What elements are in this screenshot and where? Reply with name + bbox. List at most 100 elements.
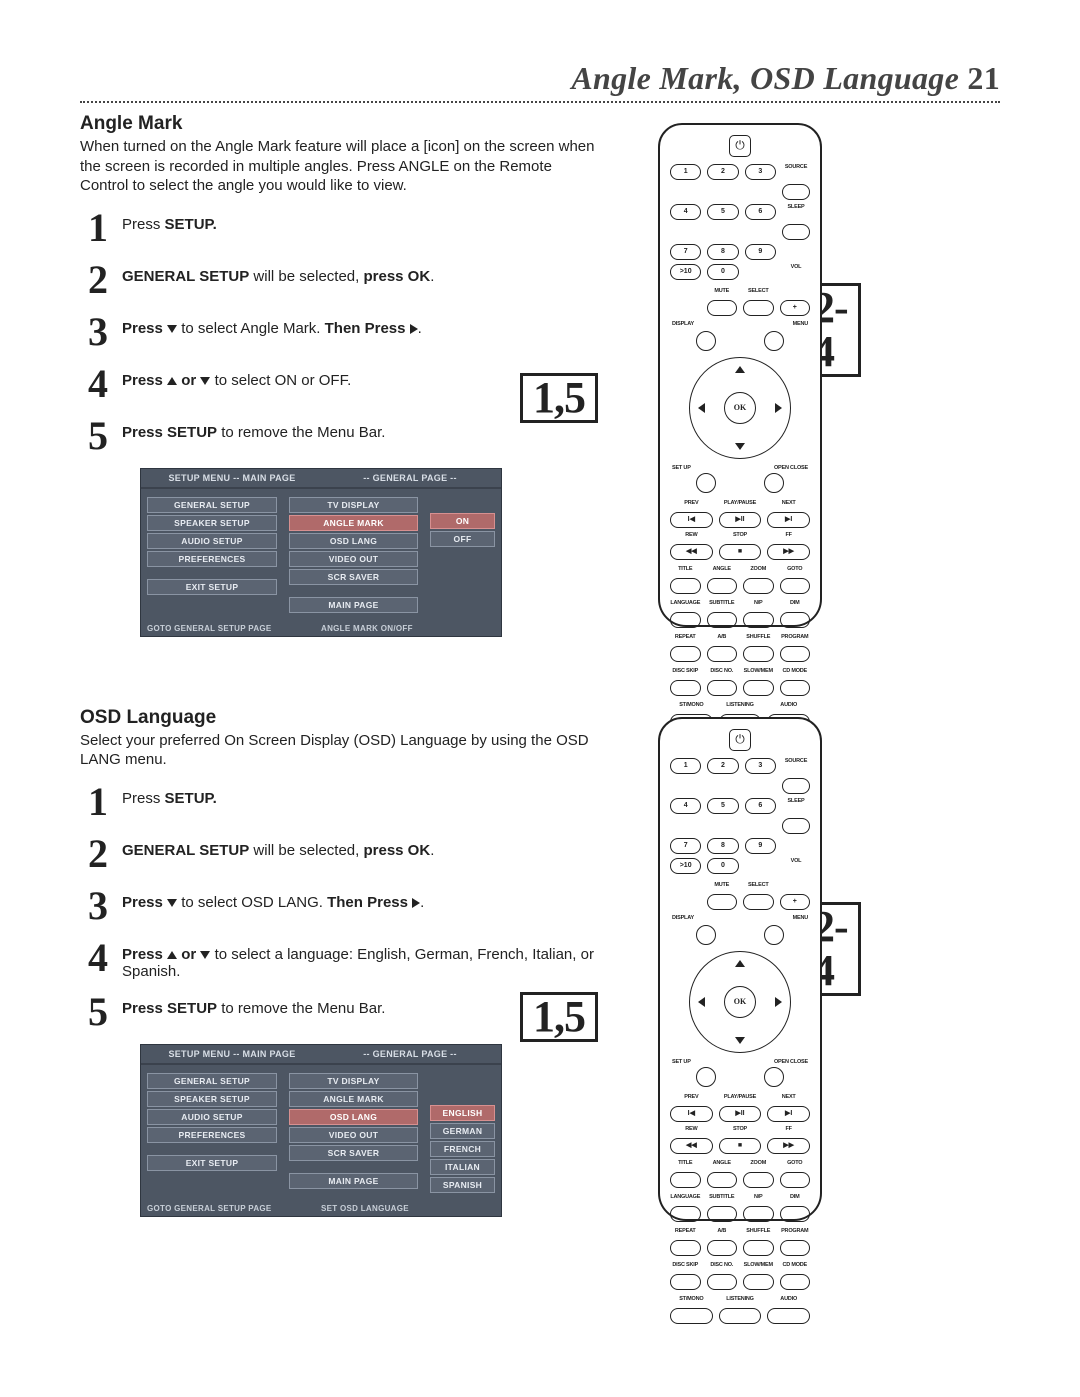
audio-button[interactable]	[767, 1308, 810, 1324]
repeat-button[interactable]	[670, 1240, 701, 1256]
menu-button[interactable]	[764, 925, 784, 945]
play-pause-button[interactable]: ▶II	[719, 1106, 762, 1122]
num-3-button[interactable]: 3	[745, 758, 776, 774]
display-button[interactable]	[696, 925, 716, 945]
nav-left-icon[interactable]	[698, 403, 705, 413]
num-6-button[interactable]: 6	[745, 204, 776, 220]
language-button[interactable]	[670, 1206, 701, 1222]
nav-right-icon[interactable]	[775, 403, 782, 413]
prev-button[interactable]: I◀	[670, 1106, 713, 1122]
slow-mem-button[interactable]	[743, 680, 774, 696]
nav-down-icon[interactable]	[735, 443, 745, 450]
num-0-button[interactable]: 0	[707, 858, 738, 874]
sleep-button[interactable]	[782, 818, 810, 834]
slow-mem-button[interactable]	[743, 1274, 774, 1290]
num-10plus-button[interactable]: >10	[670, 264, 701, 280]
goto-button[interactable]	[780, 1172, 811, 1188]
num-5-button[interactable]: 5	[707, 798, 738, 814]
zoom-button[interactable]	[743, 578, 774, 594]
zoom-button[interactable]	[743, 1172, 774, 1188]
select-button[interactable]	[743, 894, 774, 910]
subtitle-button[interactable]	[707, 1206, 738, 1222]
mute-button[interactable]	[707, 894, 738, 910]
program-button[interactable]	[780, 646, 811, 662]
num-5-button[interactable]: 5	[707, 204, 738, 220]
num-9-button[interactable]: 9	[745, 244, 776, 260]
a-b-button[interactable]	[707, 1240, 738, 1256]
num-8-button[interactable]: 8	[707, 244, 738, 260]
ff-button[interactable]: ▶▶	[767, 1138, 810, 1154]
open-close-button[interactable]	[764, 473, 784, 493]
num-10plus-button[interactable]: >10	[670, 858, 701, 874]
ff-button[interactable]: ▶▶	[767, 544, 810, 560]
power-button[interactable]	[729, 135, 751, 157]
next-button[interactable]: ▶I	[767, 1106, 810, 1122]
power-button[interactable]	[729, 729, 751, 751]
num-6-button[interactable]: 6	[745, 798, 776, 814]
num-4-button[interactable]: 4	[670, 204, 701, 220]
setup-button[interactable]	[696, 473, 716, 493]
prev-button[interactable]: I◀	[670, 512, 713, 528]
cd-mode-button[interactable]	[780, 680, 811, 696]
program-button[interactable]	[780, 1240, 811, 1256]
num-4-button[interactable]: 4	[670, 798, 701, 814]
cd-mode-button[interactable]	[780, 1274, 811, 1290]
disc-skip-button[interactable]	[670, 1274, 701, 1290]
title-button[interactable]	[670, 1172, 701, 1188]
nav-pad[interactable]: OK	[689, 357, 791, 459]
disc-no--button[interactable]	[707, 1274, 738, 1290]
goto-button[interactable]	[780, 578, 811, 594]
num-2-button[interactable]: 2	[707, 164, 738, 180]
select-button[interactable]	[743, 300, 774, 316]
source-button[interactable]	[782, 778, 810, 794]
num-9-button[interactable]: 9	[745, 838, 776, 854]
ok-button[interactable]: OK	[724, 392, 756, 424]
title-button[interactable]	[670, 578, 701, 594]
a-b-button[interactable]	[707, 646, 738, 662]
dim-button[interactable]	[780, 612, 811, 628]
dim-button[interactable]	[780, 1206, 811, 1222]
menu-button[interactable]	[764, 331, 784, 351]
num-1-button[interactable]: 1	[670, 758, 701, 774]
listening-button[interactable]	[719, 1308, 762, 1324]
ok-button[interactable]: OK	[724, 986, 756, 1018]
nav-up-icon[interactable]	[735, 960, 745, 967]
rew-button[interactable]: ◀◀	[670, 1138, 713, 1154]
num-7-button[interactable]: 7	[670, 838, 701, 854]
sleep-button[interactable]	[782, 224, 810, 240]
nav-up-icon[interactable]	[735, 366, 745, 373]
mute-button[interactable]	[707, 300, 738, 316]
n-p-button[interactable]	[743, 612, 774, 628]
nav-pad[interactable]: OK	[689, 951, 791, 1053]
num-8-button[interactable]: 8	[707, 838, 738, 854]
st-mono-button[interactable]	[670, 1308, 713, 1324]
shuffle-button[interactable]	[743, 646, 774, 662]
repeat-button[interactable]	[670, 646, 701, 662]
play-pause-button[interactable]: ▶II	[719, 512, 762, 528]
angle-button[interactable]	[707, 1172, 738, 1188]
num-3-button[interactable]: 3	[745, 164, 776, 180]
num-2-button[interactable]: 2	[707, 758, 738, 774]
disc-skip-button[interactable]	[670, 680, 701, 696]
nav-left-icon[interactable]	[698, 997, 705, 1007]
language-button[interactable]	[670, 612, 701, 628]
nav-down-icon[interactable]	[735, 1037, 745, 1044]
setup-button[interactable]	[696, 1067, 716, 1087]
nav-right-icon[interactable]	[775, 997, 782, 1007]
disc-no--button[interactable]	[707, 680, 738, 696]
vol-button[interactable]: +	[780, 894, 811, 910]
n-p-button[interactable]	[743, 1206, 774, 1222]
shuffle-button[interactable]	[743, 1240, 774, 1256]
source-button[interactable]	[782, 184, 810, 200]
stop-button[interactable]: ■	[719, 1138, 762, 1154]
num-7-button[interactable]: 7	[670, 244, 701, 260]
next-button[interactable]: ▶I	[767, 512, 810, 528]
vol-button[interactable]: +	[780, 300, 811, 316]
rew-button[interactable]: ◀◀	[670, 544, 713, 560]
angle-button[interactable]	[707, 578, 738, 594]
open-close-button[interactable]	[764, 1067, 784, 1087]
num-1-button[interactable]: 1	[670, 164, 701, 180]
subtitle-button[interactable]	[707, 612, 738, 628]
display-button[interactable]	[696, 331, 716, 351]
stop-button[interactable]: ■	[719, 544, 762, 560]
